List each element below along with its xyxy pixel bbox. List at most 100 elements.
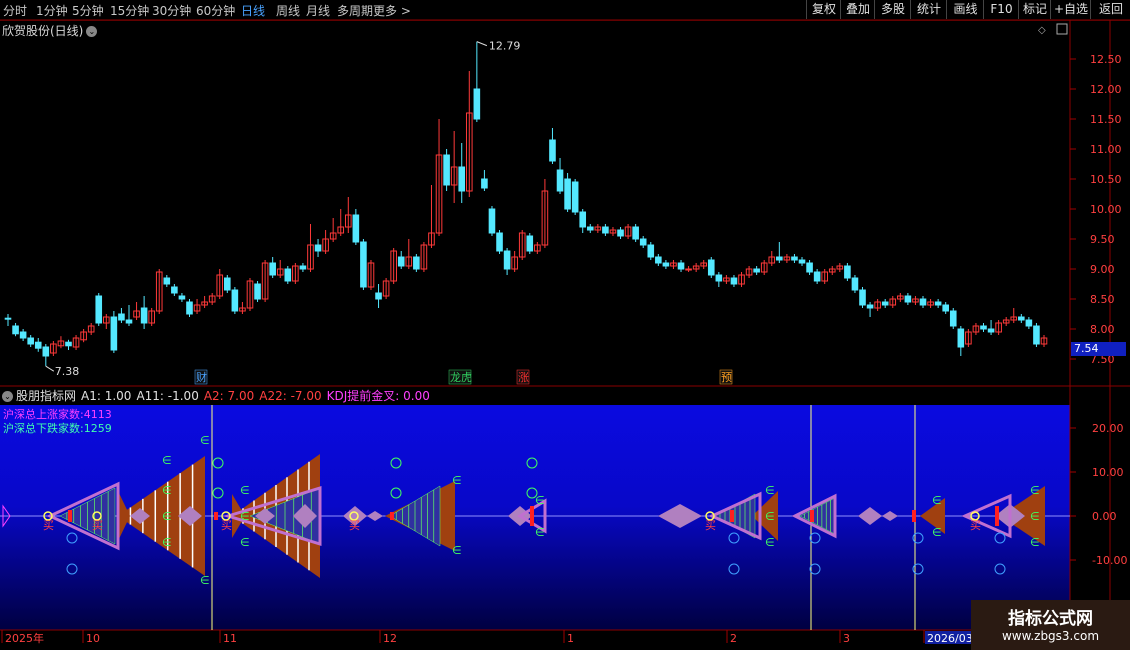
- indicator-dropdown-icon[interactable]: ⌄: [2, 391, 13, 402]
- candlestick-chart: 12.5012.0011.5011.0010.5010.009.509.008.…: [0, 19, 1130, 650]
- candle-body-124: [942, 304, 949, 312]
- green-mark-12: ∈: [535, 526, 545, 539]
- candle-body-2: [19, 331, 27, 339]
- down-count-stat: 沪深总下跌家数:1259: [3, 422, 112, 435]
- date-label-4: 1: [567, 632, 574, 645]
- candle-body-93: [707, 259, 715, 276]
- green-mark-20: ∈: [1030, 536, 1040, 549]
- indicator-param-2: A2: 7.00: [203, 389, 255, 403]
- candle-body-5: [42, 346, 50, 357]
- candle-body-60: [458, 166, 466, 192]
- candle-body-23: [178, 295, 186, 300]
- candle-body-89: [677, 262, 685, 270]
- candle-body-106: [806, 262, 813, 273]
- candle-body-134: [1018, 316, 1025, 321]
- red-bar-0: [68, 510, 72, 522]
- candle-body-102: [776, 256, 783, 261]
- candle-body-113: [859, 289, 866, 306]
- candle-body-72: [549, 139, 556, 162]
- candle-body-63: [481, 178, 488, 189]
- date-label-7: 2026/03: [927, 632, 973, 645]
- date-label-1: 10: [86, 632, 100, 645]
- candle-body-99: [753, 268, 760, 273]
- candle-body-12: [95, 295, 103, 324]
- low-label: 7.38: [55, 365, 80, 378]
- red-bar-7: [995, 506, 999, 526]
- green-mark-1: ∈: [162, 454, 172, 467]
- green-mark-19: ∈: [1030, 510, 1040, 523]
- red-bar-3: [530, 506, 534, 526]
- candle-body-96: [730, 277, 738, 285]
- diamond-icon: ◇: [1038, 25, 1046, 36]
- candle-body-136: [1033, 325, 1040, 345]
- high-label: 12.79: [489, 40, 520, 53]
- candle-body-4: [34, 341, 42, 349]
- buy-label-2: 买: [221, 519, 232, 532]
- buy-label-3: 买: [349, 519, 360, 532]
- candle-body-29: [223, 277, 231, 291]
- candle-body-75: [571, 181, 579, 213]
- candle-body-65: [496, 232, 503, 252]
- candle-body-46: [352, 214, 360, 243]
- date-label-6: 3: [843, 632, 850, 645]
- candle-body-54: [413, 256, 420, 270]
- candle-body-73: [556, 169, 564, 192]
- price-label-4: 10.50: [1090, 173, 1122, 186]
- indicator-title: ⌄ 股朋指标网 A1: 1.00 A11: -1.00 A2: 7.00 A22: -7.…: [2, 387, 440, 404]
- date-label-0: 2025年: [5, 631, 44, 645]
- date-label-5: 2: [730, 632, 737, 645]
- price-label-6: 9.50: [1090, 233, 1115, 246]
- ind-axis-label-0: 20.00: [1092, 422, 1124, 435]
- red-bar-1: [214, 512, 218, 520]
- candle-body-85: [647, 244, 655, 258]
- green-mark-2: ∈: [162, 484, 172, 497]
- watermark: 指标公式网 www.zbgs3.com: [971, 600, 1130, 650]
- low-pointer: [45, 365, 55, 372]
- panel-toggle-icon: [1056, 23, 1068, 35]
- green-mark-5: ∈: [200, 574, 210, 587]
- current-price-tag: 7.54: [1071, 342, 1126, 356]
- price-label-3: 11.00: [1090, 143, 1122, 156]
- event-marker-1: 龙虎: [450, 371, 472, 384]
- green-mark-9: ∈: [452, 474, 462, 487]
- candle-body-0: [4, 317, 12, 320]
- price-label-8: 8.50: [1090, 293, 1115, 306]
- candle-body-14: [110, 316, 118, 351]
- candle-body-79: [602, 226, 609, 234]
- green-mark-7: ∈: [240, 510, 250, 523]
- red-bar-6: [912, 510, 916, 522]
- candle-body-77: [586, 226, 594, 231]
- candle-body-3: [27, 337, 34, 345]
- high-pointer: [476, 41, 488, 47]
- watermark-url: www.zbgs3.com: [1001, 629, 1100, 643]
- green-mark-4: ∈: [162, 536, 172, 549]
- green-mark-13: ∈: [765, 484, 775, 497]
- candle-body-135: [1025, 319, 1033, 327]
- candle-body-94: [715, 274, 723, 282]
- buy-label-1: 买: [92, 519, 103, 532]
- candle-body-8: [65, 341, 72, 347]
- event-marker-3: 预: [721, 371, 732, 384]
- date-label-3: 12: [383, 632, 397, 645]
- green-mark-10: ∈: [452, 544, 462, 557]
- indicator-param-4: KDJ提前金叉: 0.00: [326, 389, 430, 403]
- candle-body-86: [655, 256, 662, 264]
- candle-body-30: [231, 289, 239, 312]
- candle-body-69: [526, 235, 534, 252]
- candle-body-39: [299, 265, 307, 270]
- candle-body-123: [934, 301, 942, 306]
- candle-body-76: [579, 211, 587, 228]
- ind-axis-label-3: -10.00: [1092, 554, 1127, 567]
- red-bar-5: [810, 510, 814, 522]
- candle-body-126: [957, 328, 965, 348]
- green-mark-18: ∈: [1030, 484, 1040, 497]
- price-label-0: 12.50: [1090, 53, 1122, 66]
- candle-body-24: [186, 301, 193, 315]
- indicator-param-3: A22: -7.00: [259, 389, 322, 403]
- ind-axis-label-1: 10.00: [1092, 466, 1124, 479]
- candle-body-1: [12, 325, 19, 335]
- candle-body-129: [980, 325, 987, 330]
- candle-body-87: [662, 262, 670, 267]
- candle-body-49: [375, 292, 382, 300]
- green-mark-0: ∈: [200, 434, 210, 447]
